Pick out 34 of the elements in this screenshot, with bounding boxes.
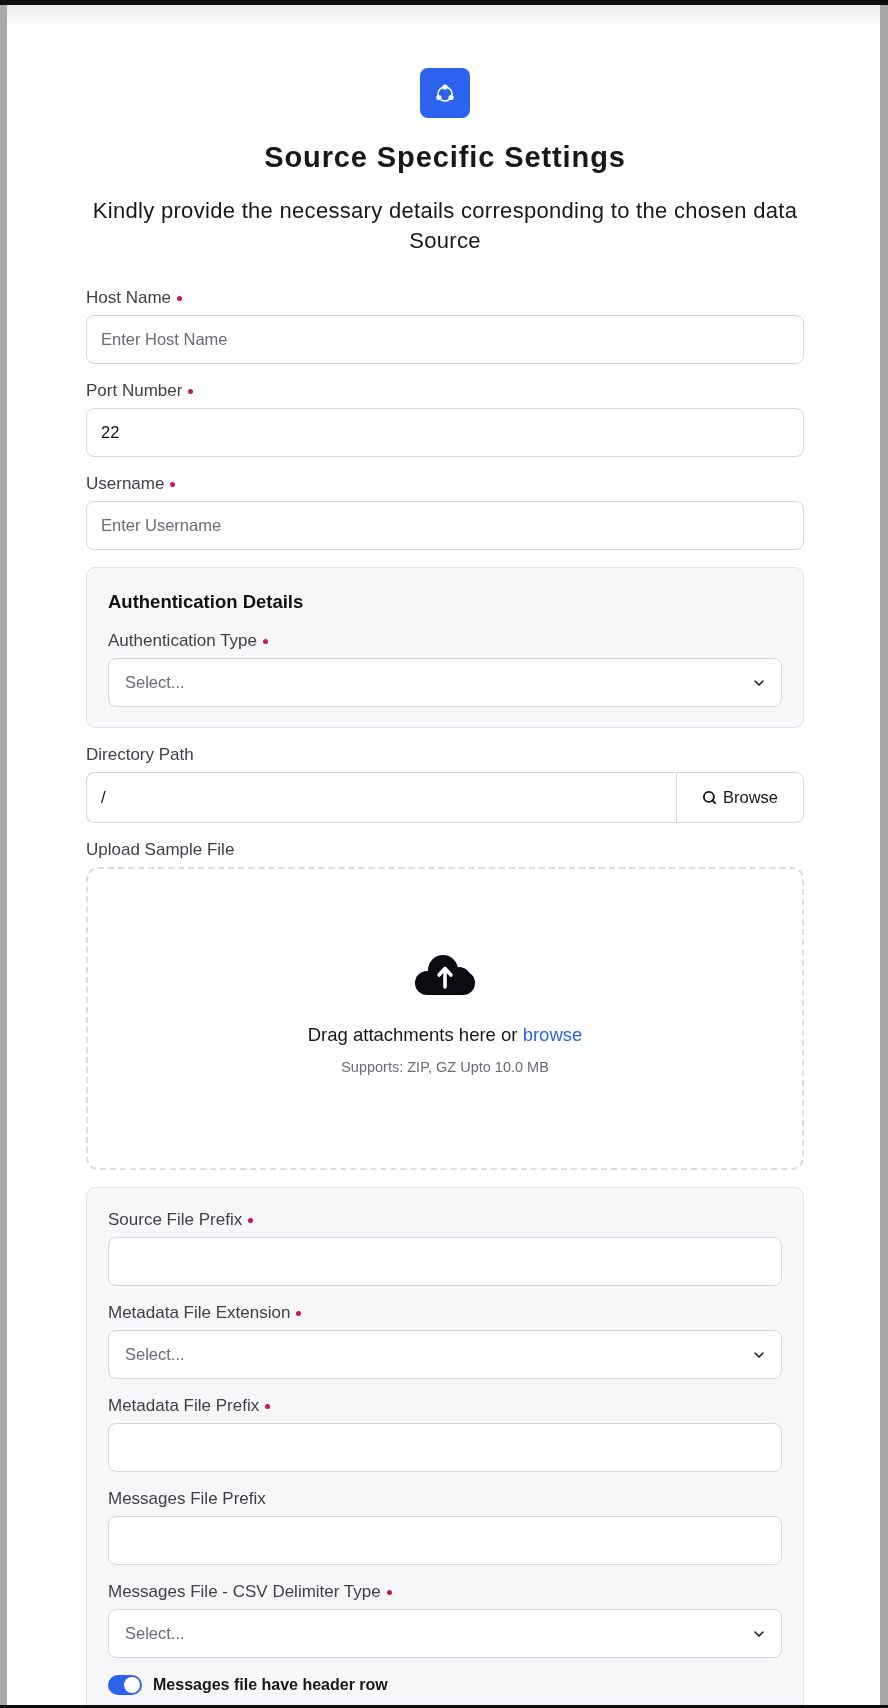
field-label: Metadata File Prefix bbox=[108, 1396, 260, 1416]
page-subtitle: Kindly provide the necessary details corresponding to the chosen data Source bbox=[91, 197, 799, 255]
toggle-switch[interactable] bbox=[108, 1675, 142, 1695]
cloud-upload-icon bbox=[414, 953, 476, 995]
input-field[interactable] bbox=[108, 1423, 782, 1472]
browse-button[interactable]: Browse bbox=[676, 772, 804, 823]
field-label: Messages File - CSV Delimiter Type bbox=[108, 1582, 381, 1602]
field-label: Messages File Prefix bbox=[108, 1489, 266, 1509]
browse-link[interactable]: browse bbox=[522, 1023, 583, 1045]
field-label: Metadata File Extension bbox=[108, 1303, 291, 1323]
field-label: Source File Prefix bbox=[108, 1210, 243, 1230]
field-label: Upload Sample File bbox=[86, 840, 235, 860]
upload-prompt: Drag attachments here or browse bbox=[307, 1022, 583, 1047]
input-field[interactable]: Enter Host Name bbox=[86, 315, 804, 364]
toggle-label: Messages file have header row bbox=[153, 1675, 388, 1695]
field-label: Directory Path bbox=[86, 745, 194, 765]
select-field[interactable]: Select... bbox=[108, 1609, 782, 1658]
field-label: Username bbox=[86, 474, 165, 494]
input-field[interactable] bbox=[108, 1237, 782, 1286]
field-label: Host Name bbox=[86, 288, 172, 308]
input-field[interactable]: 22 bbox=[86, 408, 804, 457]
field-label: Port Number bbox=[86, 381, 183, 401]
input-field[interactable]: Enter Username bbox=[86, 501, 804, 550]
input-field[interactable]: / bbox=[86, 772, 676, 823]
upload-hint: Supports: ZIP, GZ Upto 10.0 MB bbox=[341, 1057, 549, 1076]
section-title: Authentication Details bbox=[108, 590, 305, 614]
logo-icon bbox=[420, 68, 470, 118]
select-field[interactable]: Select... bbox=[108, 658, 782, 707]
page-title: Source Specific Settings bbox=[264, 140, 626, 174]
upload-dropzone[interactable]: Drag attachments here or browse Supports: ZIP, GZ Upto 10.0 MB bbox=[86, 867, 804, 1170]
input-field[interactable] bbox=[108, 1516, 782, 1565]
field-label: Authentication Type bbox=[108, 631, 257, 651]
select-field[interactable]: Select... bbox=[108, 1330, 782, 1379]
search-icon bbox=[702, 790, 717, 805]
